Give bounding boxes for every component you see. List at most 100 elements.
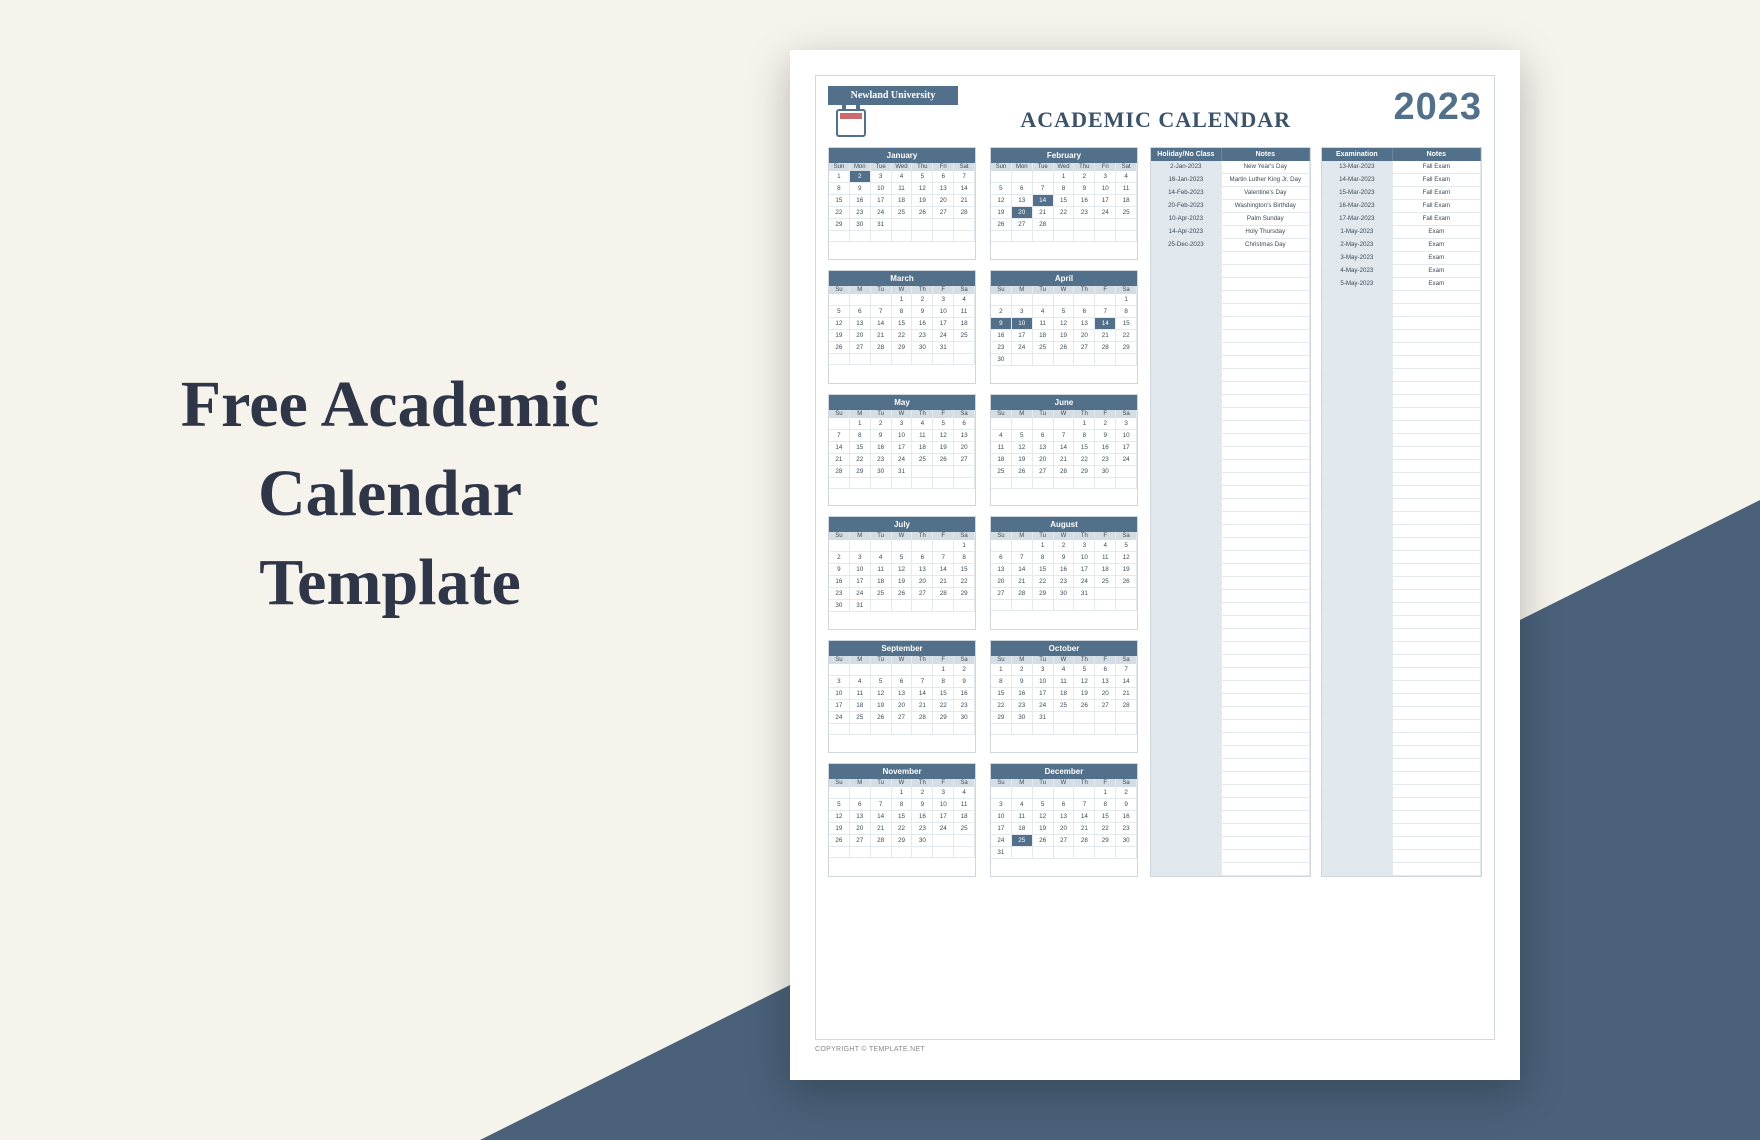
document-title: ACADEMIC CALENDAR bbox=[918, 107, 1393, 133]
day-cell: 3 bbox=[1074, 540, 1095, 552]
month-name: December bbox=[991, 764, 1137, 779]
day-cell: 13 bbox=[850, 318, 871, 330]
table-row-empty bbox=[1151, 603, 1310, 616]
table-row: 14-Mar-2023Fall Exam bbox=[1322, 174, 1481, 187]
table-cell bbox=[1322, 590, 1393, 602]
table-cell bbox=[1322, 486, 1393, 498]
table-cell bbox=[1322, 668, 1393, 680]
weekday-label: M bbox=[850, 410, 871, 418]
day-cell: 29 bbox=[933, 712, 954, 724]
day-cell: 24 bbox=[1033, 700, 1054, 712]
day-cell: 30 bbox=[954, 712, 975, 724]
table-row-empty bbox=[1322, 655, 1481, 668]
table-row-empty bbox=[1322, 720, 1481, 733]
day-cell: 15 bbox=[1033, 564, 1054, 576]
table-cell: New Year's Day bbox=[1222, 161, 1310, 173]
table-row-empty bbox=[1322, 538, 1481, 551]
weekday-label: Sat bbox=[1116, 163, 1137, 171]
day-cell: 15 bbox=[933, 688, 954, 700]
day-cell: 27 bbox=[1012, 219, 1033, 231]
table-row: 15-Mar-2023Fall Exam bbox=[1322, 187, 1481, 200]
day-cell: 3 bbox=[933, 294, 954, 306]
day-cell: 2 bbox=[871, 418, 892, 430]
month-july: JulySuMTuWThFSa1234567891011121314151617… bbox=[828, 516, 976, 630]
weekday-label: Th bbox=[1074, 286, 1095, 294]
day-cell: 6 bbox=[1033, 430, 1054, 442]
table-cell bbox=[1393, 382, 1481, 394]
table-cell bbox=[1222, 499, 1310, 511]
day-cell: 19 bbox=[829, 823, 850, 835]
day-cell: 15 bbox=[1074, 442, 1095, 454]
day-cell: 3 bbox=[1012, 306, 1033, 318]
table-row-empty bbox=[1151, 512, 1310, 525]
table-cell: Holy Thursday bbox=[1222, 226, 1310, 238]
day-cell: 24 bbox=[892, 454, 913, 466]
day-cell: 4 bbox=[1095, 540, 1116, 552]
day-cell: 4 bbox=[954, 294, 975, 306]
table-cell bbox=[1151, 720, 1222, 732]
table-cell bbox=[1151, 564, 1222, 576]
table-header-cell: Notes bbox=[1393, 148, 1481, 161]
weekday-label: Sa bbox=[1116, 532, 1137, 540]
table-cell bbox=[1151, 603, 1222, 615]
day-cell: 24 bbox=[829, 712, 850, 724]
day-cell: 28 bbox=[1054, 466, 1075, 478]
day-cell bbox=[1054, 712, 1075, 724]
day-cell: 23 bbox=[912, 330, 933, 342]
weekday-label: F bbox=[1095, 779, 1116, 787]
day-cell: 26 bbox=[829, 835, 850, 847]
day-cell: 7 bbox=[1074, 799, 1095, 811]
table-cell bbox=[1222, 304, 1310, 316]
table-cell: Fall Exam bbox=[1393, 161, 1481, 173]
day-cell: 11 bbox=[1012, 811, 1033, 823]
table-cell bbox=[1322, 759, 1393, 771]
day-cell: 13 bbox=[1012, 195, 1033, 207]
table-cell bbox=[1322, 473, 1393, 485]
table-cell: 2-Jan-2023 bbox=[1151, 161, 1222, 173]
day-cell: 10 bbox=[991, 811, 1012, 823]
table-cell bbox=[1393, 616, 1481, 628]
day-cell bbox=[954, 466, 975, 478]
day-cell: 17 bbox=[1116, 442, 1137, 454]
weekday-label: Sa bbox=[1116, 656, 1137, 664]
day-cell: 26 bbox=[933, 454, 954, 466]
table-row-empty bbox=[1151, 720, 1310, 733]
table-row-empty bbox=[1322, 837, 1481, 850]
weekday-row: SuMTuWThFSa bbox=[991, 656, 1137, 664]
day-cell: 19 bbox=[933, 442, 954, 454]
day-cell: 20 bbox=[1054, 823, 1075, 835]
table-row-empty bbox=[1322, 603, 1481, 616]
day-cell: 29 bbox=[892, 342, 913, 354]
day-cell bbox=[991, 787, 1012, 799]
table-cell bbox=[1393, 473, 1481, 485]
day-cell: 5 bbox=[829, 799, 850, 811]
day-cell bbox=[1116, 724, 1137, 735]
table-cell bbox=[1322, 408, 1393, 420]
table-cell bbox=[1151, 473, 1222, 485]
day-cell bbox=[1074, 787, 1095, 799]
day-cell: 30 bbox=[912, 835, 933, 847]
day-cell: 30 bbox=[1012, 712, 1033, 724]
month-name: July bbox=[829, 517, 975, 532]
table-row-empty bbox=[1151, 616, 1310, 629]
day-cell: 14 bbox=[912, 688, 933, 700]
day-cell: 12 bbox=[1033, 811, 1054, 823]
day-cell: 18 bbox=[1116, 195, 1137, 207]
days-grid: 1234567891011121314151617181920212223242… bbox=[991, 787, 1137, 859]
day-cell: 7 bbox=[1012, 552, 1033, 564]
day-cell bbox=[871, 847, 892, 858]
day-cell: 3 bbox=[1033, 664, 1054, 676]
weekday-label: Tu bbox=[1033, 779, 1054, 787]
day-cell: 16 bbox=[1095, 442, 1116, 454]
table-cell bbox=[1393, 525, 1481, 537]
day-cell: 6 bbox=[912, 552, 933, 564]
day-cell: 6 bbox=[850, 306, 871, 318]
day-cell: 29 bbox=[850, 466, 871, 478]
table-cell: 15-Mar-2023 bbox=[1322, 187, 1393, 199]
day-cell: 7 bbox=[1054, 430, 1075, 442]
table-cell: Exam bbox=[1393, 252, 1481, 264]
table-row-empty bbox=[1151, 824, 1310, 837]
day-cell: 20 bbox=[1074, 330, 1095, 342]
table-cell bbox=[1393, 785, 1481, 797]
table-cell bbox=[1222, 616, 1310, 628]
